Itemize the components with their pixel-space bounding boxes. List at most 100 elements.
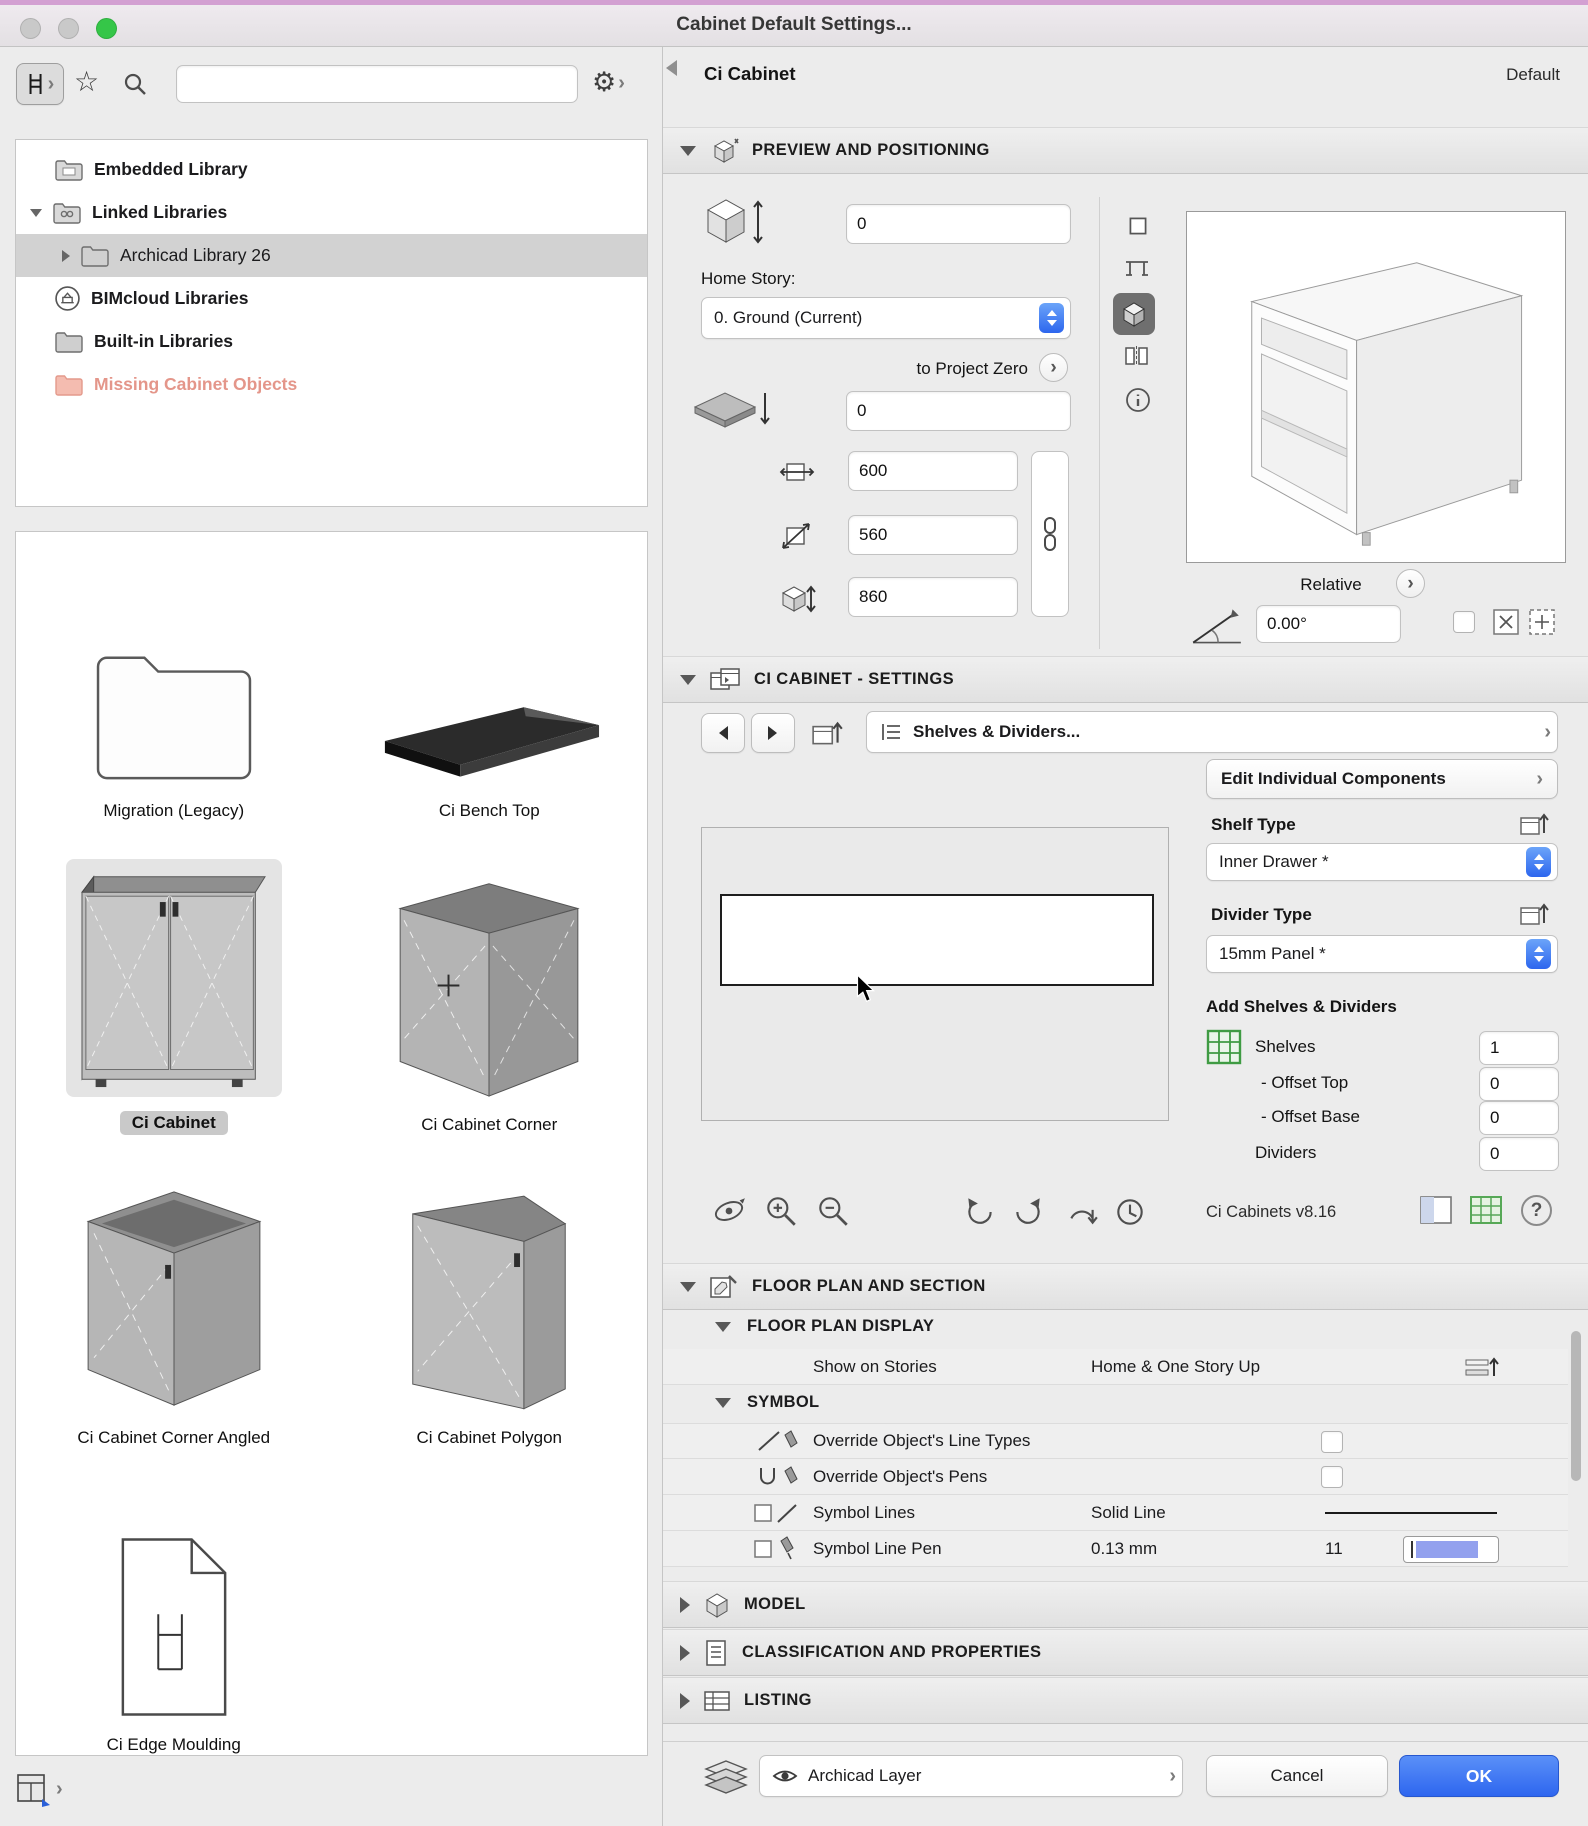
close-window-button[interactable]	[20, 18, 41, 39]
offset-base-input[interactable]	[1479, 1101, 1559, 1135]
previous-view-icon[interactable]	[963, 1195, 997, 1229]
chevron-right-icon: ›	[1169, 1766, 1176, 1786]
transfer-settings-icon[interactable]	[1519, 809, 1551, 839]
relative-menu-button[interactable]: ›	[1396, 569, 1425, 598]
marker-x-icon[interactable]	[1491, 607, 1521, 637]
section-header-preview-positioning[interactable]: PREVIEW AND POSITIONING	[663, 127, 1588, 174]
object-3d-preview[interactable]	[1186, 211, 1566, 563]
settings-page-select[interactable]: Shelves & Dividers... ›	[866, 711, 1558, 753]
zoom-window-button[interactable]	[96, 18, 117, 39]
section-header-classification-and-properties[interactable]: CLASSIFICATION AND PROPERTIES	[663, 1629, 1588, 1676]
scrollbar[interactable]	[1571, 1331, 1581, 1481]
3d-view-button-selected[interactable]	[1113, 293, 1155, 335]
default-view-icon[interactable]	[1113, 1195, 1147, 1229]
dividers-count-input[interactable]	[1479, 1137, 1559, 1171]
fit-view-icon[interactable]	[1065, 1195, 1099, 1229]
stepper-icon[interactable]	[1039, 303, 1064, 333]
orbit-icon[interactable]	[711, 1193, 747, 1229]
default-badge: Default	[1506, 65, 1560, 85]
home-story-select[interactable]: 0. Ground (Current)	[701, 297, 1071, 339]
layer-select[interactable]: Archicad Layer ›	[759, 1755, 1183, 1797]
library-item-migration-legacy[interactable]: Migration (Legacy)	[90, 559, 258, 821]
section-title: FLOOR PLAN AND SECTION	[752, 1277, 986, 1296]
divider-type-select[interactable]: 15mm Panel *	[1206, 935, 1558, 973]
shelves-count-input[interactable]	[1479, 1031, 1559, 1065]
tree-item-built-in-libraries[interactable]: Built-in Libraries	[16, 320, 647, 363]
floor-plan-icon	[709, 1273, 739, 1301]
library-panel: › ☆ ⚙ › Embedded Library Linked Librarie…	[0, 47, 662, 1826]
next-view-icon[interactable]	[1011, 1195, 1045, 1229]
marker-crosshair-icon[interactable]	[1527, 607, 1557, 637]
library-item-ci-bench-top[interactable]: Ci Bench Top	[375, 559, 603, 821]
tree-item-embedded-library[interactable]: Embedded Library	[16, 148, 647, 191]
chair-icon	[26, 71, 46, 97]
library-item-ci-cabinet-corner[interactable]: Ci Cabinet Corner	[390, 839, 588, 1135]
override-pens-row[interactable]: Override Object's Pens	[663, 1459, 1568, 1495]
chevron-right-icon[interactable]	[62, 250, 70, 262]
offset-top-input[interactable]	[1479, 1067, 1559, 1101]
chevron-down-icon[interactable]	[30, 209, 42, 217]
stories-icon[interactable]	[1463, 1352, 1501, 1382]
library-item-ci-cabinet-corner-angled[interactable]: Ci Cabinet Corner Angled	[70, 1152, 278, 1448]
tree-item-bimcloud-libraries[interactable]: BIMcloud Libraries	[16, 277, 647, 320]
show-on-stories-row[interactable]: Show on Stories Home & One Story Up	[663, 1349, 1568, 1385]
search-input[interactable]	[176, 65, 578, 103]
library-item-ci-cabinet[interactable]: Ci Cabinet	[66, 839, 282, 1135]
rotation-angle-input[interactable]	[1256, 605, 1401, 643]
table-layout-icon[interactable]	[1469, 1195, 1503, 1225]
minimize-window-button[interactable]	[58, 18, 79, 39]
help-icon[interactable]: ?	[1521, 1195, 1552, 1226]
section-header-model[interactable]: MODEL	[663, 1581, 1588, 1628]
offset-to-zero-input[interactable]	[846, 391, 1071, 431]
symbol-lines-row[interactable]: Symbol Lines Solid Line	[663, 1495, 1568, 1531]
tree-item-missing-cabinet-objects[interactable]: Missing Cabinet Objects	[16, 363, 647, 406]
stepper-icon[interactable]	[1526, 847, 1551, 877]
split-layout-icon[interactable]	[1419, 1195, 1453, 1225]
library-item-ci-edge-moulding[interactable]: Ci Edge Moulding	[107, 1465, 241, 1755]
section-header-listing[interactable]: LISTING	[663, 1677, 1588, 1724]
tree-item-archicad-library-26[interactable]: Archicad Library 26	[16, 234, 647, 277]
rotation-option-checkbox[interactable]	[1453, 611, 1475, 633]
transfer-settings-icon[interactable]	[811, 717, 845, 749]
info-button[interactable]	[1125, 387, 1151, 413]
cabinet-polygon-thumbnail	[398, 1182, 580, 1414]
override-line-types-checkbox[interactable]	[1321, 1431, 1343, 1453]
subsection-floor-plan-display[interactable]: FLOOR PLAN DISPLAY	[715, 1317, 934, 1336]
zoom-in-icon[interactable]	[763, 1193, 799, 1229]
favorites-star-icon[interactable]: ☆	[74, 65, 99, 98]
library-options-button[interactable]: ⚙ ›	[592, 67, 625, 98]
shelves-dividers-preview[interactable]	[701, 827, 1169, 1121]
section-header-floor-plan-and-section[interactable]: FLOOR PLAN AND SECTION	[663, 1263, 1588, 1310]
ok-button[interactable]: OK	[1399, 1755, 1559, 1797]
next-page-button[interactable]	[751, 713, 795, 753]
override-pens-checkbox[interactable]	[1321, 1466, 1343, 1488]
symbol-view-button[interactable]	[1125, 213, 1151, 239]
previous-page-button[interactable]	[701, 713, 745, 753]
tree-item-linked-libraries[interactable]: Linked Libraries	[16, 191, 647, 234]
symbol-line-pen-row[interactable]: Symbol Line Pen 0.13 mm 11	[663, 1531, 1568, 1567]
load-other-object-button[interactable]: ›	[14, 1769, 63, 1809]
zoom-out-icon[interactable]	[815, 1193, 851, 1229]
to-project-zero-button[interactable]: ›	[1039, 353, 1068, 382]
story-elevation-input[interactable]	[846, 204, 1071, 244]
edit-individual-components-button[interactable]: Edit Individual Components ›	[1206, 759, 1558, 799]
pen-weight-value: 0.13 mm	[1091, 1539, 1157, 1559]
section-header-ci-cabinet-settings[interactable]: CI CABINET - SETTINGS	[663, 656, 1588, 703]
pen-color-swatch[interactable]	[1403, 1536, 1499, 1563]
library-item-ci-cabinet-polygon[interactable]: Ci Cabinet Polygon	[398, 1152, 580, 1448]
width-input[interactable]	[848, 451, 1018, 491]
height-input[interactable]	[848, 577, 1018, 617]
link-dimensions-button[interactable]	[1031, 451, 1069, 617]
line-type-preview[interactable]	[1325, 1512, 1497, 1514]
depth-input[interactable]	[848, 515, 1018, 555]
object-type-button[interactable]: ›	[16, 63, 64, 105]
cancel-button[interactable]: Cancel	[1206, 1755, 1388, 1797]
section-view-button[interactable]	[1123, 343, 1151, 369]
search-icon[interactable]	[122, 71, 148, 97]
override-line-types-row[interactable]: Override Object's Line Types	[663, 1423, 1568, 1459]
subsection-symbol[interactable]: SYMBOL	[715, 1393, 819, 1412]
transfer-settings-icon[interactable]	[1519, 899, 1551, 929]
stepper-icon[interactable]	[1526, 939, 1551, 969]
shelf-type-select[interactable]: Inner Drawer *	[1206, 843, 1558, 881]
front-view-button[interactable]	[1123, 255, 1151, 281]
